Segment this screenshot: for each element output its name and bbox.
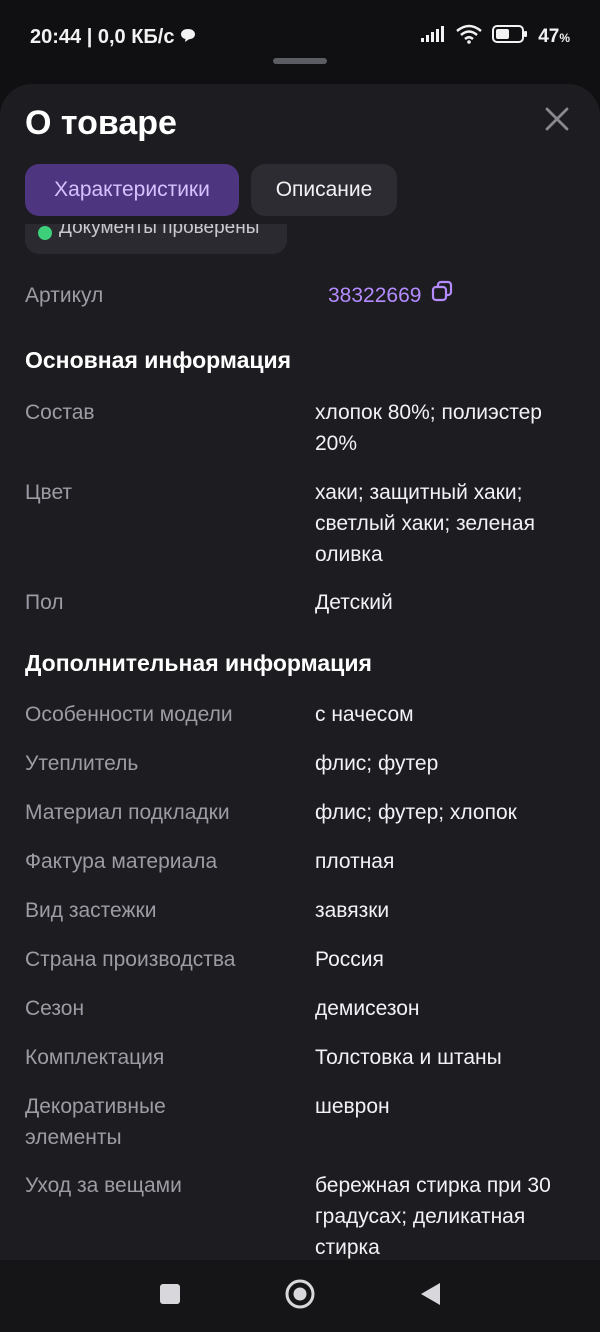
close-icon [544, 106, 570, 137]
spec-value: демисезон [315, 997, 420, 1020]
battery-icon [492, 24, 528, 49]
close-button[interactable] [538, 102, 576, 140]
article-row: Артикул 38322669 [25, 280, 585, 312]
circle-icon [284, 1278, 316, 1315]
tab-characteristics[interactable]: Характеристики [25, 164, 239, 216]
spec-value: Толстовка и штаны [315, 1046, 502, 1069]
battery-value: 47 [538, 25, 560, 47]
spec-row: Особенности модели с начесом [25, 699, 585, 730]
article-value[interactable]: 38322669 [328, 280, 453, 311]
spec-label: Вид застежки [25, 899, 157, 922]
spec-row: Сезон демисезон [25, 993, 585, 1024]
spec-value: шеврон [315, 1095, 390, 1118]
spec-value: флис; футер [315, 752, 439, 775]
copy-icon[interactable] [431, 280, 453, 311]
system-navigation-bar [0, 1260, 600, 1332]
spec-label: Сезон [25, 997, 85, 1020]
section-title-main-info: Основная информация [25, 347, 292, 373]
back-button[interactable] [412, 1278, 448, 1314]
spec-label: Страна производства [25, 948, 236, 971]
spec-row: Декоративные элементы шеврон [25, 1091, 585, 1153]
spec-label: Пол [25, 591, 64, 614]
spec-value: плотная [315, 850, 395, 873]
spec-value: флис; футер; хлопок [315, 801, 517, 824]
product-info-sheet: О товаре Характеристики Описание Докумен… [0, 84, 600, 1260]
spec-row: Пол Детский [25, 587, 585, 618]
triangle-back-icon [418, 1281, 442, 1312]
spec-label: Цвет [25, 481, 73, 504]
sheet-title: О товаре [25, 104, 177, 142]
spec-value: Россия [315, 948, 384, 971]
spec-label: Утеплитель [25, 752, 139, 775]
spec-value: с начесом [315, 703, 414, 726]
spec-value: хлопок 80%; полиэстер 20% [315, 401, 542, 455]
spec-label: Декоративные элементы [25, 1095, 166, 1149]
spec-value: хаки; защитный хаки; светлый хаки; зелен… [315, 481, 535, 566]
documents-verified-label: Документы проверены [59, 224, 260, 238]
spec-value: Детский [315, 591, 393, 614]
spec-row: Фактура материала плотная [25, 846, 585, 877]
signal-icon [420, 25, 446, 48]
spec-label: Уход за вещами [25, 1174, 182, 1197]
status-bar: 20:44 | 0,0 КБ/с 47% [0, 0, 600, 76]
sheet-grab-handle[interactable] [273, 58, 327, 64]
status-left: 20:44 | 0,0 КБ/с [30, 26, 196, 49]
spec-label: Комплектация [25, 1046, 165, 1069]
spec-label: Фактура материала [25, 850, 218, 873]
spec-value: завязки [315, 899, 390, 922]
spec-label: Состав [25, 401, 95, 424]
spec-row: Цвет хаки; защитный хаки; светлый хаки; … [25, 477, 585, 570]
status-time-speed: 20:44 | 0,0 КБ/с [30, 26, 175, 48]
square-icon [158, 1282, 182, 1311]
section-title-additional-info: Дополнительная информация [25, 650, 372, 676]
spec-label: Особенности модели [25, 703, 233, 726]
wifi-icon [456, 24, 482, 49]
spec-row: Состав хлопок 80%; полиэстер 20% [25, 397, 585, 459]
recents-button[interactable] [152, 1278, 188, 1314]
battery-unit: % [559, 30, 570, 45]
documents-verified-badge: Документы проверены [25, 224, 287, 254]
article-number: 38322669 [328, 284, 422, 307]
spec-value: бережная стирка при 30 градусах; деликат… [315, 1174, 551, 1259]
article-label: Артикул [25, 284, 104, 307]
verified-dot-icon [38, 226, 52, 240]
spec-row: Материал подкладки флис; футер; хлопок [25, 797, 585, 828]
home-button[interactable] [282, 1278, 318, 1314]
spec-row: Комплектация Толстовка и штаны [25, 1042, 585, 1073]
tab-description[interactable]: Описание [251, 164, 397, 216]
status-right: 47% [420, 24, 570, 49]
spec-row: Страна производства Россия [25, 944, 585, 975]
spec-row: Вид застежки завязки [25, 895, 585, 926]
chat-bubble-icon [180, 26, 196, 49]
spec-label: Материал подкладки [25, 801, 230, 824]
spec-row: Утеплитель флис; футер [25, 748, 585, 779]
battery-level: 47% [538, 26, 570, 48]
spec-row: Уход за вещами бережная стирка при 30 гр… [25, 1170, 585, 1260]
